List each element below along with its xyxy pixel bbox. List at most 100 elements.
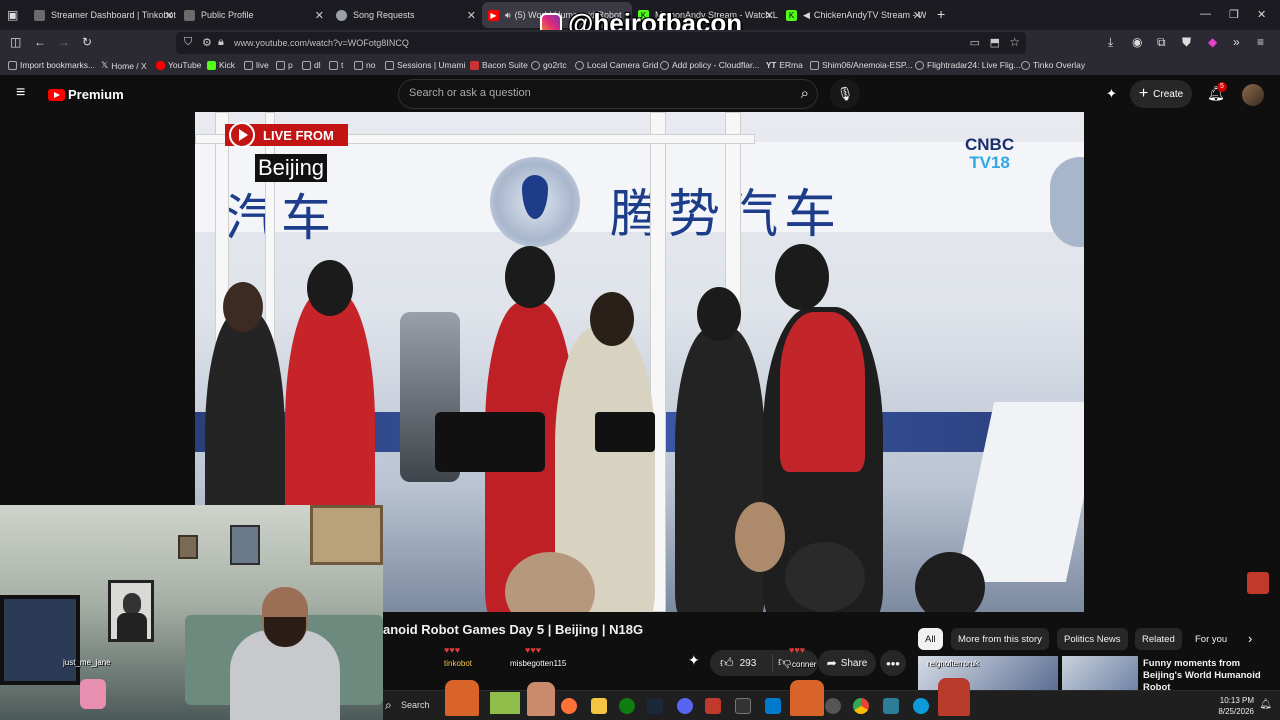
- bookmark-item[interactable]: Local Camera Grid: [575, 60, 658, 70]
- bookmark-item[interactable]: Bacon Suite: [470, 60, 528, 70]
- bookmark-item[interactable]: YouTube: [156, 60, 201, 70]
- ai-summary-icon[interactable]: ✦: [688, 652, 700, 669]
- voice-search-button[interactable]: 🎙︎: [830, 79, 860, 109]
- account-icon[interactable]: ◉: [1132, 35, 1142, 49]
- chat-avatar-sprite: [790, 680, 824, 716]
- app-icon[interactable]: [883, 698, 899, 714]
- avatar[interactable]: [1242, 84, 1264, 106]
- app-icon[interactable]: [705, 698, 721, 714]
- firefox-icon[interactable]: [561, 698, 577, 714]
- more-actions-button[interactable]: •••: [880, 650, 906, 676]
- lock-icon[interactable]: 🔒︎: [218, 36, 224, 49]
- filter-chip-politics-news[interactable]: Politics News: [1057, 628, 1128, 650]
- live-now-widget-icon[interactable]: [1247, 572, 1269, 594]
- speaker-icon[interactable]: 🔊︎: [505, 10, 511, 21]
- tab-song-requests[interactable]: Song Requests ✕: [330, 2, 480, 28]
- shield-icon[interactable]: ⛉: [184, 36, 192, 49]
- steam-icon[interactable]: [647, 698, 663, 714]
- bookmark-item[interactable]: Sessions | Umami: [385, 60, 465, 70]
- system-clock[interactable]: 10:13 PM 8/25/2026: [1218, 695, 1254, 717]
- menu-icon[interactable]: ≡: [1257, 35, 1264, 49]
- extension-icon[interactable]: ◆: [1208, 35, 1217, 49]
- more-tools-icon[interactable]: »: [1233, 35, 1240, 49]
- chevron-right-icon[interactable]: ›: [1248, 631, 1252, 646]
- bookmark-folder[interactable]: no: [354, 60, 375, 70]
- permissions-icon[interactable]: ⚙: [202, 36, 212, 49]
- address-bar[interactable]: ⛉ ⚙ 🔒︎ www.youtube.com/watch?v=WOFotg8IN…: [176, 32, 1026, 54]
- window-close-icon[interactable]: ✕: [1257, 8, 1266, 21]
- related-thumbnail[interactable]: [1062, 656, 1138, 690]
- new-tab-button[interactable]: +: [937, 6, 945, 22]
- youtube-icon: ▶: [488, 9, 499, 21]
- thumbs-down-icon[interactable]: 👎︎: [778, 654, 791, 670]
- terminal-icon[interactable]: [735, 698, 751, 714]
- bookmark-item[interactable]: Flightradar24: Live Flig...: [915, 60, 1021, 70]
- maximize-icon[interactable]: ❐: [1229, 8, 1239, 21]
- pocket-icon[interactable]: ⬒: [990, 36, 1000, 49]
- network-logo: CNBC TV18: [965, 136, 1014, 172]
- bookmark-folder[interactable]: t: [329, 60, 343, 70]
- extensions-icon[interactable]: ⧉: [1157, 35, 1166, 50]
- bookmark-item[interactable]: YT ERma: [766, 60, 803, 70]
- reader-view-icon[interactable]: ▭: [970, 36, 980, 49]
- notification-center-icon[interactable]: 🔔︎: [1259, 699, 1272, 710]
- bookmark-folder[interactable]: p: [276, 60, 293, 70]
- bookmark-item[interactable]: go2rtc: [531, 60, 567, 70]
- filter-chip-related[interactable]: Related: [1135, 628, 1182, 650]
- obs-icon[interactable]: [825, 698, 841, 714]
- bookmark-item[interactable]: Shim06/Anemoia-ESP...: [810, 60, 913, 70]
- thumbs-up-icon[interactable]: 👍︎: [720, 655, 734, 671]
- filter-chip-for-you[interactable]: For you: [1188, 628, 1234, 650]
- sparkle-icon[interactable]: ✦: [1106, 86, 1117, 102]
- filter-chip-more-from-story[interactable]: More from this story: [951, 628, 1049, 650]
- bookmark-item[interactable]: Kick: [207, 60, 235, 70]
- downloads-icon[interactable]: ⤓: [1108, 35, 1113, 50]
- reload-icon[interactable]: ↻: [82, 35, 92, 49]
- bookmark-folder[interactable]: dl: [302, 60, 321, 70]
- clock-time: 10:13 PM: [1219, 696, 1254, 705]
- kick-icon: K: [786, 9, 797, 21]
- close-icon[interactable]: ✕: [165, 9, 174, 22]
- create-button[interactable]: + Create: [1130, 80, 1192, 108]
- search-icon[interactable]: ⌕: [801, 85, 809, 102]
- bookmark-item[interactable]: Add policy - Cloudflar...: [660, 60, 759, 70]
- close-icon[interactable]: ✕: [913, 9, 922, 22]
- bookmark-item[interactable]: Tinko Overlay: [1021, 60, 1085, 70]
- page-icon: [184, 9, 195, 21]
- like-count[interactable]: 293: [740, 658, 757, 669]
- tab-list-icon[interactable]: ▣: [7, 8, 18, 22]
- tab-public-profile[interactable]: Public Profile ✕: [178, 2, 328, 28]
- filter-chip-all[interactable]: All: [918, 628, 943, 650]
- tab-streamer-dashboard[interactable]: Streamer Dashboard | Tinkobot ✕: [28, 2, 178, 28]
- tab-chickenandytv-stream[interactable]: K ◀ ChickenAndyTV Stream - W ✕: [780, 2, 926, 28]
- discord-icon[interactable]: [677, 698, 693, 714]
- youtube-premium-logo[interactable]: Premium: [48, 87, 124, 102]
- vscode-icon[interactable]: [765, 698, 781, 714]
- bookmark-item[interactable]: 𝕏 Home / X: [101, 60, 147, 71]
- hamburger-menu-icon[interactable]: ≡: [16, 84, 25, 102]
- edge-icon[interactable]: [913, 698, 929, 714]
- forward-icon[interactable]: →: [58, 35, 70, 49]
- speaker-icon[interactable]: ◀: [803, 10, 810, 21]
- chrome-icon[interactable]: [853, 698, 869, 714]
- bookmark-item[interactable]: Import bookmarks...: [8, 60, 95, 70]
- file-explorer-icon[interactable]: [591, 698, 607, 714]
- chat-avatar-sprite: [445, 680, 479, 716]
- search-input[interactable]: [409, 87, 769, 99]
- close-icon[interactable]: ✕: [315, 9, 324, 22]
- url-text[interactable]: www.youtube.com/watch?v=WOFotg8INCQ: [234, 38, 409, 48]
- xbox-icon[interactable]: [619, 698, 635, 714]
- minimize-icon[interactable]: —: [1200, 8, 1211, 20]
- close-icon[interactable]: ✕: [765, 9, 774, 22]
- share-button[interactable]: ➦ Share: [818, 650, 876, 676]
- sidebar-toggle-icon[interactable]: ◫: [10, 35, 21, 49]
- back-icon[interactable]: ←: [34, 35, 46, 49]
- bookmark-star-icon[interactable]: ☆: [1009, 35, 1020, 49]
- close-icon[interactable]: ✕: [467, 9, 476, 22]
- taskbar-search-label[interactable]: Search: [401, 700, 430, 710]
- ublock-icon[interactable]: ⛊: [1182, 35, 1191, 50]
- search-box[interactable]: ⌕: [398, 79, 818, 109]
- related-video-title[interactable]: Funny moments from Beijing's World Human…: [1143, 658, 1278, 694]
- bookmark-folder[interactable]: live: [244, 60, 269, 70]
- search-icon[interactable]: ⌕: [385, 698, 392, 713]
